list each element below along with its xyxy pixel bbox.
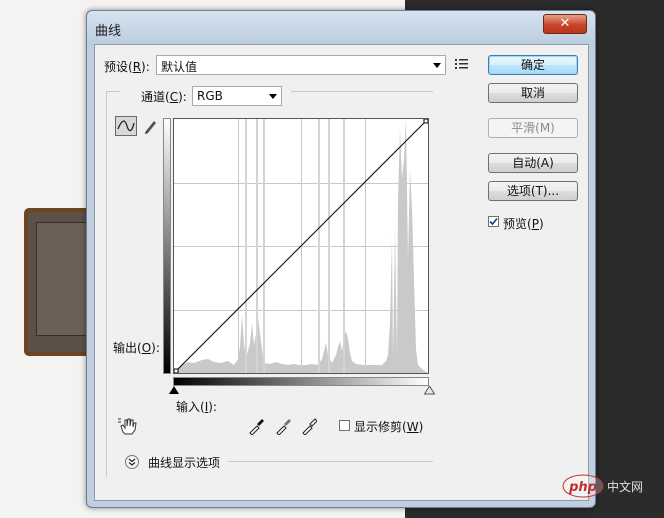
expand-chevron-icon[interactable] (125, 455, 139, 469)
smooth-button[interactable]: 平滑(M) (488, 118, 578, 138)
output-gradient-bar (163, 118, 171, 374)
svg-text:php: php (568, 480, 597, 495)
white-point-slider[interactable] (424, 386, 435, 395)
show-clipping-checkbox[interactable] (339, 420, 350, 431)
curve-point-black (174, 368, 179, 373)
histogram-and-curve (174, 119, 428, 373)
black-point-slider[interactable] (169, 386, 179, 395)
channel-dropdown[interactable]: RGB (192, 86, 282, 106)
input-gradient-bar (173, 377, 429, 386)
curve-point-tool[interactable] (115, 116, 137, 136)
show-clipping-label: 显示修剪(W) (354, 420, 424, 434)
chevron-down-icon (269, 94, 277, 99)
channel-value: RGB (197, 89, 223, 103)
white-eyedropper-icon[interactable] (301, 417, 317, 435)
black-eyedropper-icon[interactable] (248, 417, 264, 435)
curve-point-white (423, 119, 428, 124)
dialog-title: 曲线 (95, 24, 122, 39)
checkmark-icon (489, 217, 498, 226)
preset-options-icon[interactable] (455, 58, 469, 70)
preview-label: 预览(P) (503, 217, 544, 231)
group-frame-top-left (106, 91, 120, 92)
preset-value: 默认值 (161, 60, 198, 74)
output-label: 输出(O): (113, 341, 160, 355)
php-logo: php 中文网 (562, 474, 643, 498)
input-label: 输入(I): (176, 400, 217, 414)
group-frame-left (106, 91, 107, 477)
gray-eyedropper-icon[interactable] (275, 417, 291, 435)
preview-checkbox[interactable] (488, 216, 499, 227)
preset-label: 预设(R): (104, 60, 150, 74)
ok-button[interactable]: 确定 (488, 55, 578, 75)
curve-wave-icon (117, 120, 135, 132)
pencil-icon[interactable] (143, 118, 159, 134)
close-button[interactable]: ✕ (543, 14, 587, 34)
channel-label: 通道(C): (141, 90, 187, 104)
chevron-down-icon (433, 63, 441, 68)
curve-display-options-label: 曲线显示选项 (148, 456, 221, 470)
title-bar[interactable]: 曲线 ✕ (87, 11, 595, 45)
group-frame-top-right (291, 91, 433, 92)
options-separator (228, 461, 433, 462)
close-icon: ✕ (559, 16, 571, 31)
dialog-client-area: 预设(R): 默认值 确定 取消 平滑(M) 自动(A) 选项(T)... 预览… (94, 44, 589, 501)
svg-text:中文网: 中文网 (607, 479, 643, 494)
curve-graph[interactable] (173, 118, 429, 374)
curves-dialog: 曲线 ✕ 预设(R): 默认值 确定 取消 平滑(M) 自动(A) 选项(T).… (86, 10, 596, 508)
auto-button[interactable]: 自动(A) (488, 153, 578, 173)
cancel-button[interactable]: 取消 (488, 83, 578, 103)
watermark: php 中文网 (562, 474, 660, 498)
preset-dropdown[interactable]: 默认值 (156, 55, 446, 75)
hand-adjust-icon[interactable] (117, 416, 139, 436)
options-button[interactable]: 选项(T)... (488, 181, 578, 201)
